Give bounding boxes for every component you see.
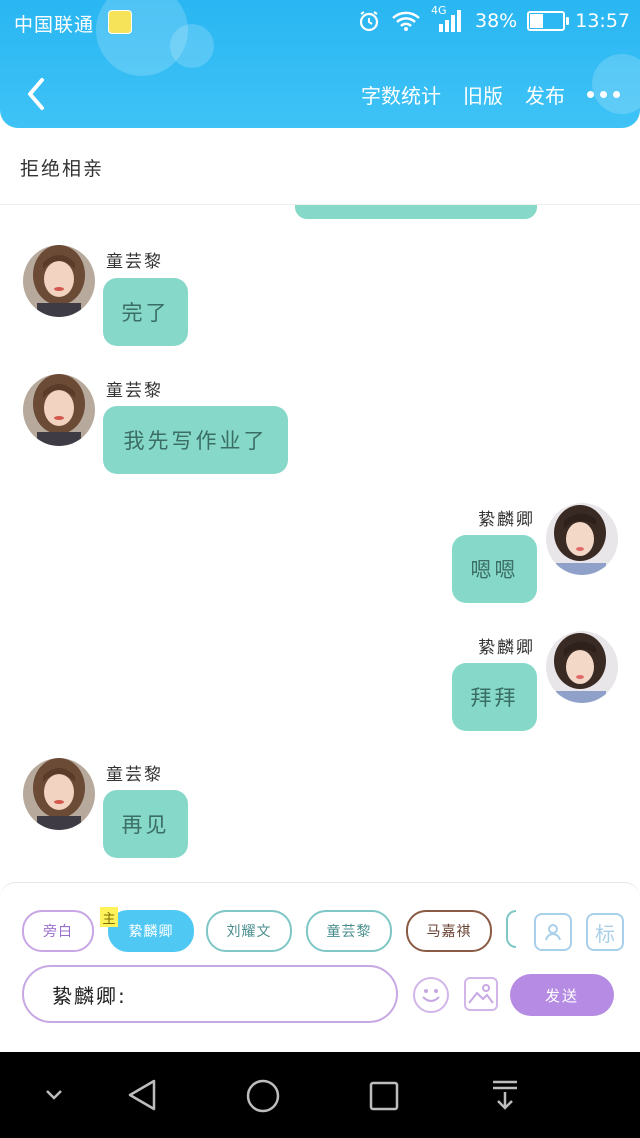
- nav-recent-icon[interactable]: [368, 1080, 400, 1112]
- old-version-button[interactable]: 旧版: [463, 80, 503, 109]
- role-chip-liuyaowen[interactable]: 刘耀文: [206, 910, 292, 952]
- message-bubble: 拜拜: [452, 663, 537, 731]
- role-chip-majiaqi[interactable]: 马嘉祺: [406, 910, 492, 952]
- battery-icon: [527, 11, 570, 31]
- role-chip-partial[interactable]: [506, 910, 516, 948]
- message-bubble: 再见: [103, 790, 188, 858]
- avatar-zhilinqing[interactable]: [546, 631, 618, 703]
- sender-name: 童芸黎: [106, 765, 163, 785]
- carrier-name: 中国联通: [14, 14, 95, 36]
- message-item: 童芸黎 再见: [0, 758, 640, 868]
- sender-name: 絷麟卿: [478, 510, 535, 530]
- avatar-tongyunli[interactable]: [23, 758, 95, 830]
- message-bubble: 嗯嗯: [452, 535, 537, 603]
- app-header: 中国联通 4G 38% 13:57 字数统计 旧版 发布: [0, 0, 640, 128]
- message-bubble-partial: [295, 205, 537, 219]
- message-item: 童芸黎 我先写作业了: [0, 374, 640, 484]
- contacts-icon[interactable]: [534, 913, 572, 951]
- role-chip-narration[interactable]: 旁白: [22, 910, 94, 952]
- story-title-bar: 拒绝相亲: [0, 128, 640, 205]
- system-nav-bar: [0, 1052, 640, 1138]
- message-item: 絷麟卿 拜拜: [0, 629, 640, 739]
- tag-button[interactable]: 标: [586, 913, 624, 951]
- battery-percent: 38%: [475, 10, 518, 32]
- message-bubble: 我先写作业了: [103, 406, 288, 474]
- back-icon[interactable]: [22, 76, 52, 112]
- signal-icon: 4G: [431, 4, 465, 34]
- message-item: 絷麟卿 嗯嗯: [0, 501, 640, 611]
- carrier-app-icon: [108, 10, 132, 34]
- sender-name: 童芸黎: [106, 252, 163, 272]
- main-role-tag: 主: [100, 907, 118, 927]
- nav-notification-icon[interactable]: [490, 1078, 520, 1112]
- wifi-icon: [392, 11, 420, 31]
- chat-area[interactable]: 童芸黎 完了 童芸黎 我先写作业了 絷麟卿 嗯嗯 絷麟卿 拜拜 童芸黎 再见: [0, 205, 640, 880]
- message-item: 童芸黎 完了: [0, 245, 640, 355]
- avatar-tongyunli[interactable]: [23, 374, 95, 446]
- story-title: 拒绝相亲: [20, 158, 105, 180]
- avatar-zhilinqing[interactable]: [546, 503, 618, 575]
- word-count-button[interactable]: 字数统计: [361, 80, 441, 109]
- message-bubble: 完了: [103, 278, 188, 346]
- composer-bottom-gap: [0, 1024, 640, 1052]
- clock: 13:57: [575, 10, 630, 32]
- send-button[interactable]: 发送: [510, 974, 614, 1016]
- sender-name: 絷麟卿: [478, 638, 535, 658]
- role-chip-tongyunli[interactable]: 童芸黎: [306, 910, 392, 952]
- more-icon[interactable]: [587, 83, 620, 107]
- status-bar: 中国联通 4G 38% 13:57: [0, 0, 640, 44]
- emoji-icon[interactable]: [413, 977, 449, 1013]
- role-chip-zhilinqing[interactable]: 絷麟卿: [108, 910, 194, 952]
- composer-panel: 旁白 絷麟卿 主 刘耀文 童芸黎 马嘉祺 标 絷麟卿: 发送: [0, 882, 640, 1025]
- sender-name: 童芸黎: [106, 381, 163, 401]
- publish-button[interactable]: 发布: [525, 80, 565, 109]
- avatar-tongyunli[interactable]: [23, 245, 95, 317]
- alarm-icon: [359, 11, 379, 32]
- image-icon[interactable]: [464, 977, 498, 1011]
- nav-down-icon[interactable]: [44, 1088, 64, 1102]
- message-input[interactable]: 絷麟卿:: [22, 965, 398, 1023]
- nav-home-icon[interactable]: [245, 1078, 281, 1114]
- nav-back-icon[interactable]: [126, 1078, 158, 1112]
